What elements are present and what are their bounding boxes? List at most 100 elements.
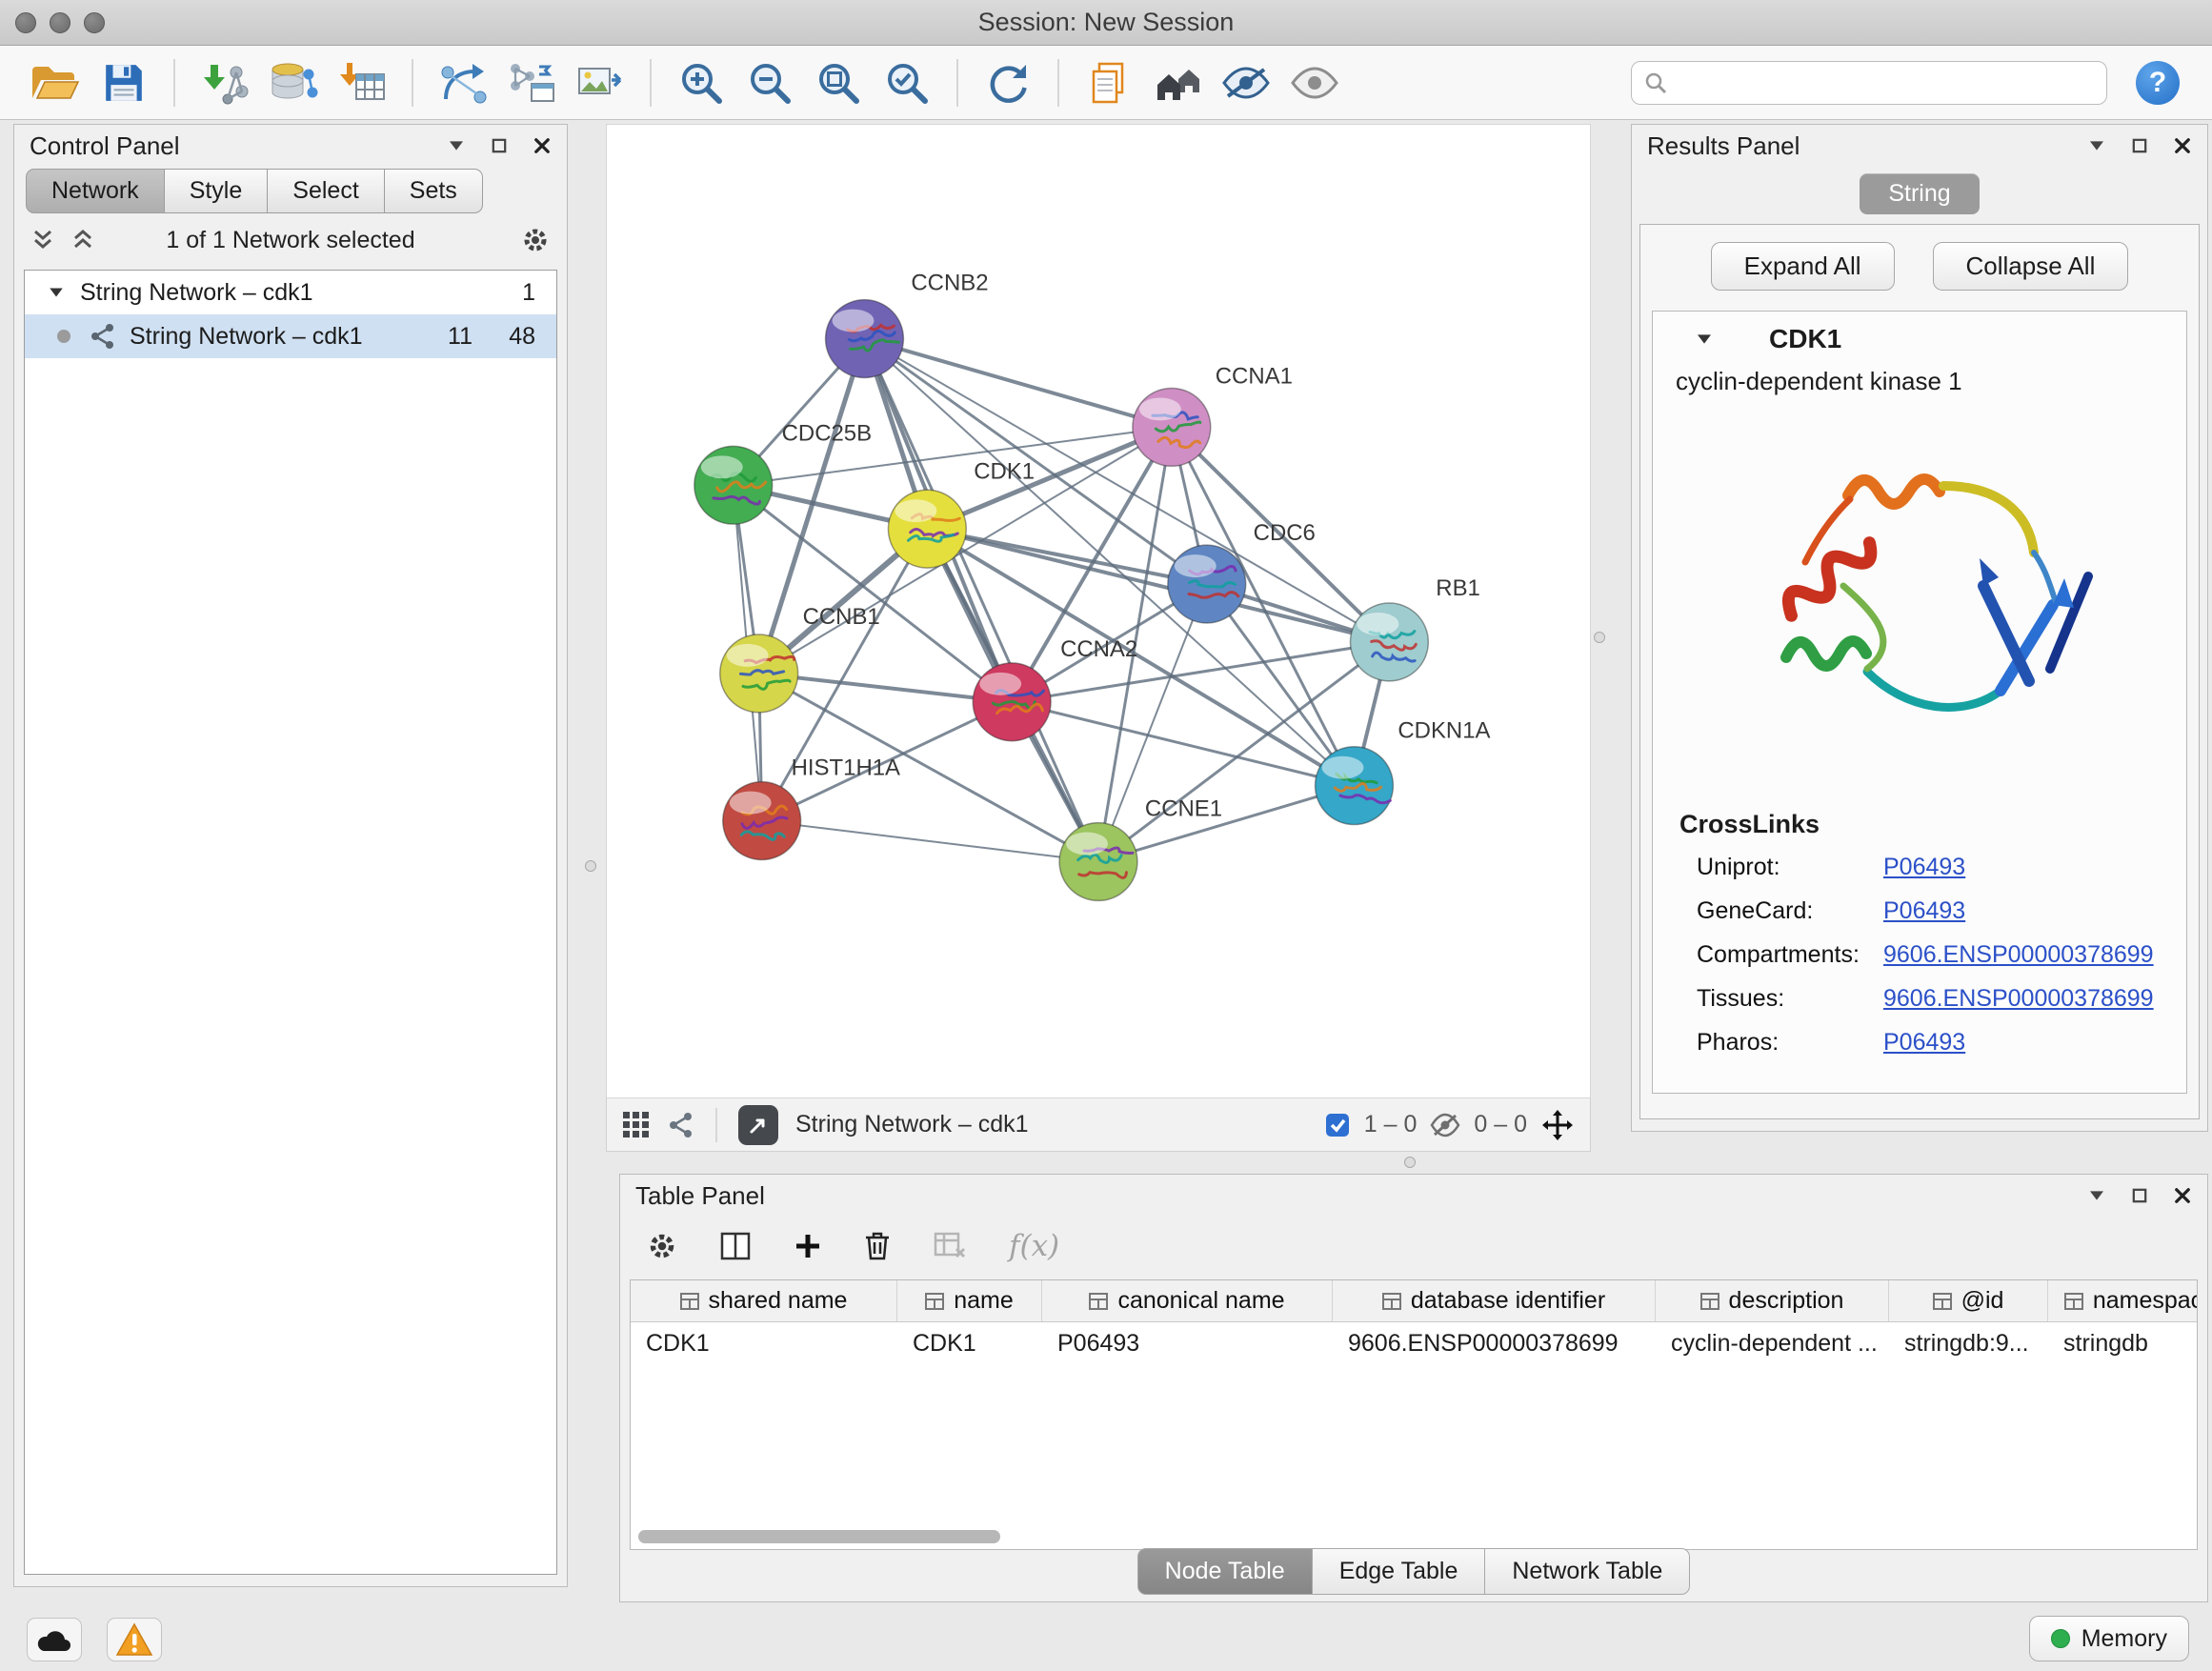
table-cell[interactable]: P06493 (1042, 1330, 1333, 1358)
network-node-ccna1[interactable]: CCNA1 (1133, 363, 1293, 466)
float-panel-icon[interactable] (2131, 137, 2148, 154)
column-header[interactable]: shared name (631, 1280, 897, 1321)
zoom-fit-button[interactable] (808, 52, 869, 113)
search-box[interactable] (1631, 61, 2107, 105)
table-cell[interactable]: stringdb (2048, 1330, 2198, 1358)
float-panel-icon[interactable] (491, 137, 508, 154)
tab-string[interactable]: String (1860, 173, 1979, 214)
help-button[interactable]: ? (2136, 61, 2180, 105)
export-network-table-button[interactable] (501, 52, 562, 113)
panel-menu-caret-icon[interactable] (447, 139, 466, 152)
table-cell[interactable]: stringdb:9... (1889, 1330, 2048, 1358)
tab-network-table[interactable]: Network Table (1485, 1548, 1690, 1595)
network-collection-row[interactable]: String Network – cdk1 1 (25, 271, 556, 314)
table-row[interactable]: CDK1 CDK1 P06493 9606.ENSP00000378699 cy… (631, 1322, 2197, 1364)
network-node-ccnb2[interactable]: CCNB2 (826, 271, 989, 378)
column-header[interactable]: database identifier (1333, 1280, 1656, 1321)
duplicate-network-button[interactable] (1078, 52, 1139, 113)
crosslink-link[interactable]: 9606.ENSP00000378699 (1883, 985, 2154, 1013)
crosslink-link[interactable]: P06493 (1883, 1029, 1965, 1057)
select-columns-icon[interactable] (719, 1232, 752, 1260)
export-image-button[interactable] (570, 52, 631, 113)
warnings-button[interactable] (107, 1618, 162, 1661)
collapse-all-button[interactable]: Collapse All (1933, 242, 2129, 291)
tab-sets[interactable]: Sets (385, 169, 483, 213)
refresh-button[interactable] (977, 52, 1038, 113)
grid-view-icon[interactable] (622, 1111, 651, 1139)
section-caret-icon[interactable] (1695, 332, 1714, 346)
add-column-icon[interactable] (794, 1232, 822, 1260)
tab-network[interactable]: Network (26, 169, 165, 213)
close-panel-icon[interactable] (2173, 1186, 2192, 1205)
hidden-eye-icon[interactable] (1430, 1113, 1460, 1137)
table-cell[interactable]: CDK1 (897, 1330, 1042, 1358)
table-settings-gear-icon[interactable] (647, 1231, 677, 1261)
tab-style[interactable]: Style (165, 169, 269, 213)
collapse-all-icon[interactable] (71, 228, 94, 252)
zoom-out-button[interactable] (739, 52, 800, 113)
network-graph[interactable]: CCNB2CCNA1CDC25BCDK1CDC6RB1CCNB1CCNA2CDK… (607, 125, 1590, 1097)
selected-checkbox-icon[interactable] (1324, 1112, 1351, 1138)
zoom-window-button[interactable] (84, 12, 105, 33)
zoom-selected-button[interactable] (876, 52, 937, 113)
close-window-button[interactable] (15, 12, 36, 33)
search-input[interactable] (1678, 70, 2095, 96)
zoom-in-button[interactable] (671, 52, 732, 113)
tab-edge-table[interactable]: Edge Table (1313, 1548, 1486, 1595)
close-panel-icon[interactable] (2173, 136, 2192, 155)
column-header[interactable]: canonical name (1042, 1280, 1333, 1321)
panel-menu-caret-icon[interactable] (2087, 1189, 2106, 1202)
pan-move-icon[interactable] (1540, 1108, 1575, 1142)
node-count: 11 (415, 323, 473, 351)
crosslink-link[interactable]: P06493 (1883, 854, 1965, 881)
network-row-selected[interactable]: String Network – cdk1 11 48 (25, 314, 556, 358)
network-edge[interactable] (864, 339, 1098, 862)
detach-view-button[interactable] (738, 1105, 778, 1145)
table-cell[interactable]: 9606.ENSP00000378699 (1333, 1330, 1656, 1358)
tab-select[interactable]: Select (268, 169, 384, 213)
table-cell[interactable]: CDK1 (631, 1330, 897, 1358)
delete-trash-icon[interactable] (864, 1231, 891, 1261)
import-table-button[interactable] (332, 52, 392, 113)
network-edge[interactable] (927, 529, 1389, 642)
network-edge[interactable] (1098, 786, 1354, 862)
network-edge[interactable] (864, 339, 1171, 428)
expand-all-button[interactable]: Expand All (1711, 242, 1895, 291)
memory-button[interactable]: Memory (2029, 1616, 2189, 1661)
network-node-hist1h1a[interactable]: HIST1H1A (723, 755, 900, 860)
network-edge[interactable] (762, 821, 1098, 862)
open-session-button[interactable] (25, 52, 86, 113)
network-node-rb1[interactable]: RB1 (1350, 575, 1479, 681)
import-network-file-button[interactable] (194, 52, 255, 113)
column-header[interactable]: namespac (2048, 1280, 2198, 1321)
gear-icon[interactable] (521, 226, 550, 254)
column-header[interactable]: name (897, 1280, 1042, 1321)
network-icon[interactable] (668, 1112, 694, 1138)
network-node-cdkn1a[interactable]: CDKN1A (1316, 718, 1491, 825)
import-network-database-button[interactable] (263, 52, 324, 113)
new-network-button[interactable] (432, 52, 493, 113)
splitter-handle[interactable] (585, 860, 596, 872)
column-header[interactable]: @id (1889, 1280, 2048, 1321)
show-panel-button[interactable] (1284, 52, 1345, 113)
expand-all-icon[interactable] (31, 228, 54, 252)
float-panel-icon[interactable] (2131, 1187, 2148, 1204)
table-cell[interactable]: cyclin-dependent ... (1656, 1330, 1889, 1358)
splitter-handle[interactable] (1404, 1157, 1416, 1168)
network-edge[interactable] (864, 339, 1389, 642)
save-session-button[interactable] (93, 52, 154, 113)
minimize-window-button[interactable] (50, 12, 70, 33)
hide-panel-button[interactable] (1216, 52, 1277, 113)
crosslink-link[interactable]: P06493 (1883, 897, 1965, 925)
home-button[interactable] (1147, 52, 1208, 113)
tree-caret-icon[interactable] (48, 286, 65, 299)
close-panel-icon[interactable] (533, 136, 552, 155)
column-header[interactable]: description (1656, 1280, 1889, 1321)
panel-menu-caret-icon[interactable] (2087, 139, 2106, 152)
splitter-handle[interactable] (1594, 632, 1605, 643)
tab-node-table[interactable]: Node Table (1137, 1548, 1313, 1595)
crosslink-link[interactable]: 9606.ENSP00000378699 (1883, 941, 2154, 969)
horizontal-scrollbar-thumb[interactable] (638, 1530, 1000, 1543)
network-canvas[interactable]: CCNB2CCNA1CDC25BCDK1CDC6RB1CCNB1CCNA2CDK… (606, 124, 1591, 1098)
cloud-status-button[interactable] (27, 1618, 82, 1661)
